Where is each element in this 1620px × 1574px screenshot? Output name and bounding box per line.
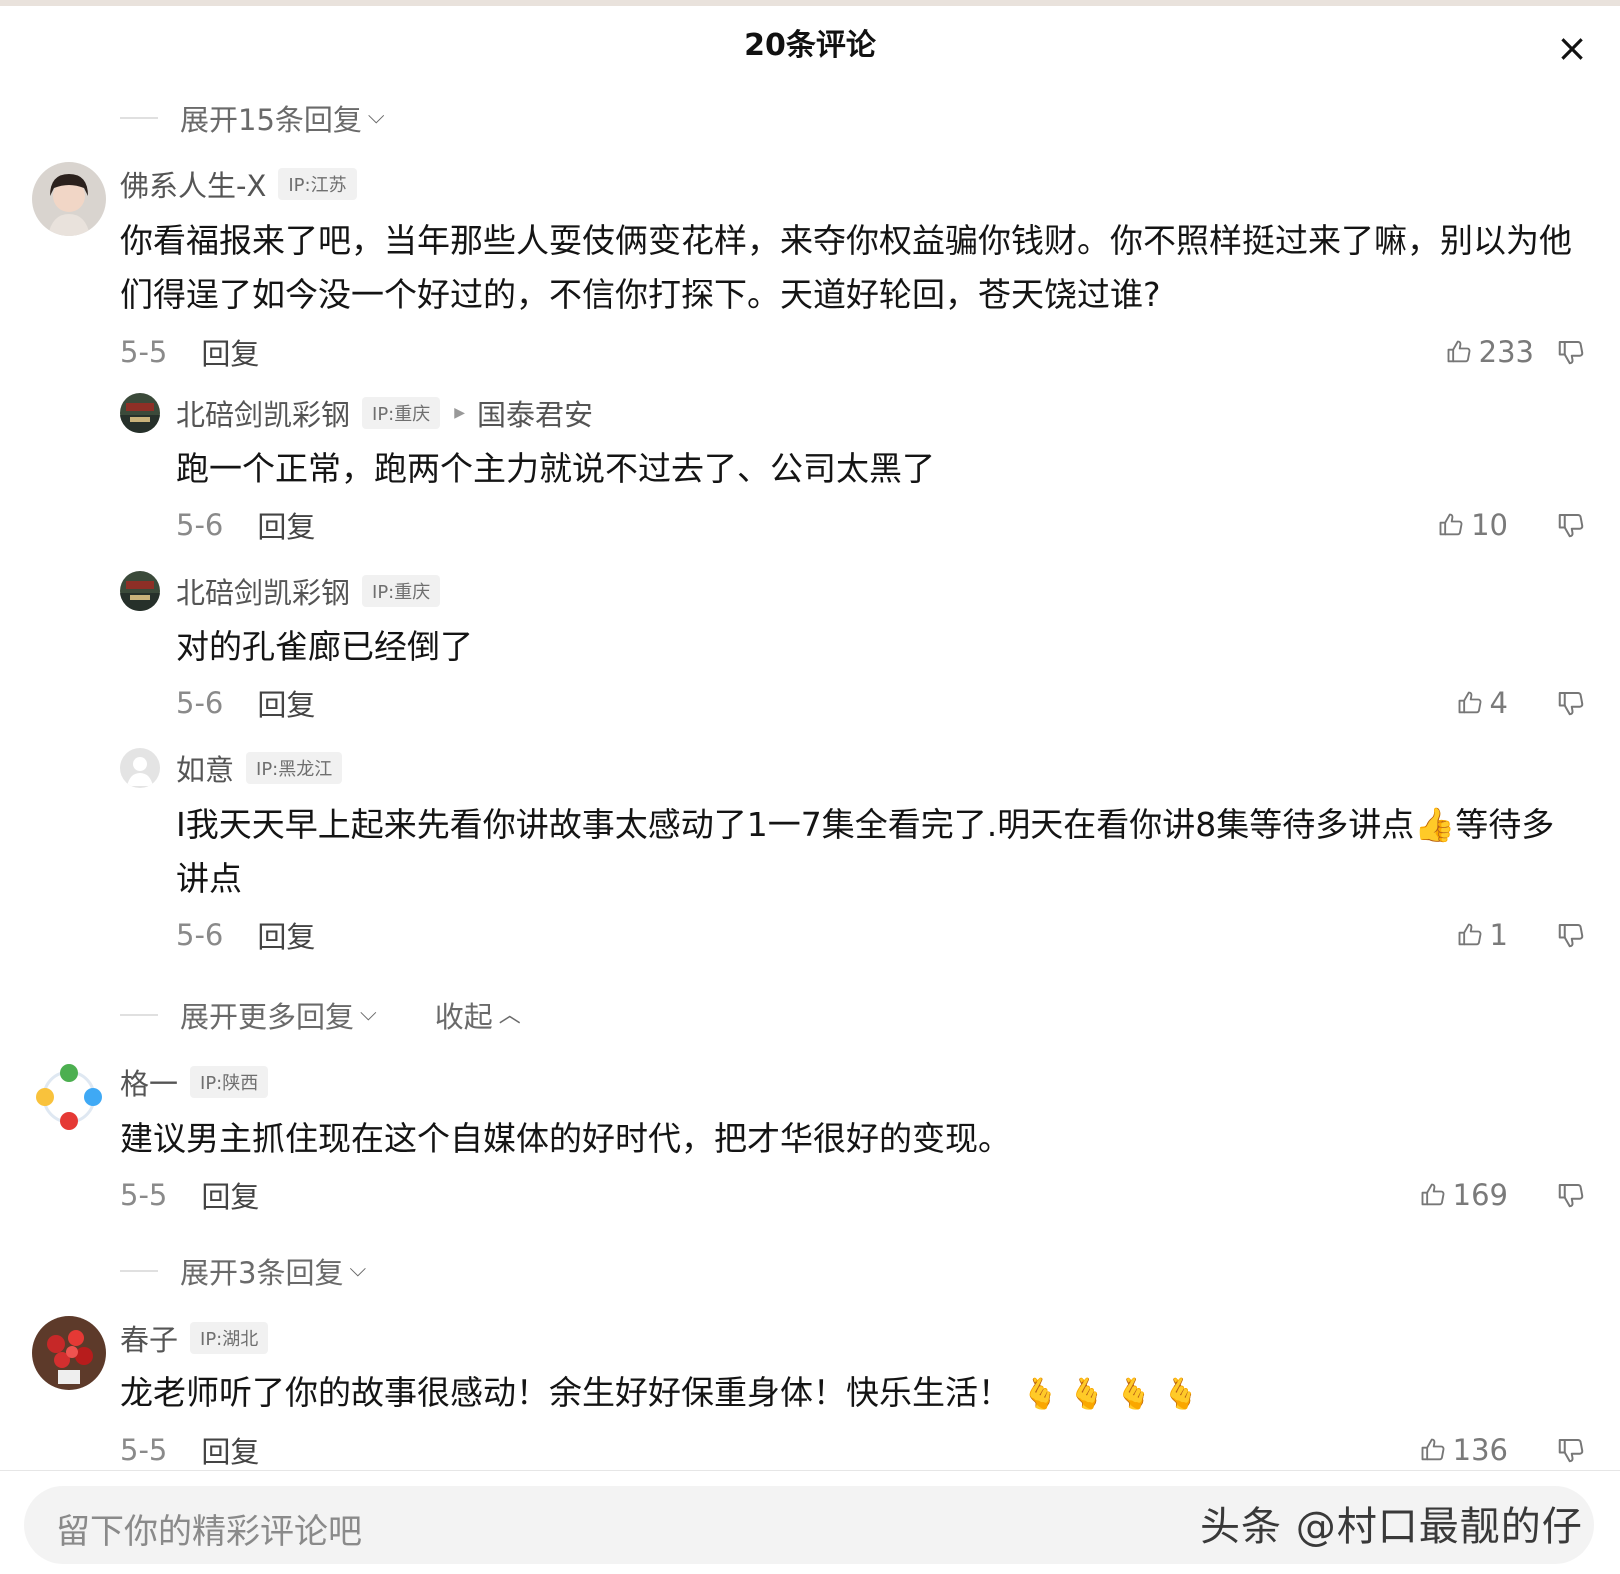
ip-location-badge: IP:重庆 (362, 397, 441, 429)
comment-text: 龙老师听了你的故事很感动！余生好好保重身体！快乐生活！ 🫰 🫰 🫰 🫰 (120, 1366, 1590, 1422)
comment-header: 佛系人生-X IP:江苏 (120, 164, 357, 204)
reply-header: 如意 IP:黑龙江 (176, 747, 343, 789)
comment-meta: 5-5 回复 (120, 1175, 259, 1215)
thumbs-up-icon (1447, 340, 1471, 363)
comment-date: 5-5 (120, 335, 168, 369)
thumbs-down-icon[interactable] (1556, 337, 1586, 367)
reply-button[interactable]: 回复 (257, 914, 315, 956)
chevron-down-icon: ⌵ (367, 103, 385, 129)
comment-header: 春子 IP:湖北 (120, 1317, 269, 1359)
reply-header: 北碚剑凯彩钢 IP:重庆 ▶ 国泰君安 (176, 393, 593, 433)
thumbs-up-icon (1458, 923, 1481, 946)
reply-button[interactable]: 回复 (201, 1429, 259, 1471)
reply-target-username[interactable]: 国泰君安 (477, 392, 593, 434)
expand-more-replies-link[interactable]: 展开更多回复 (180, 994, 354, 1036)
chevron-down-icon: ⌵ (360, 1000, 377, 1026)
thumbs-up-icon (1439, 513, 1463, 536)
username[interactable]: 格一 (120, 1061, 178, 1103)
like-button[interactable]: 169 (1419, 1175, 1508, 1215)
comment-input-placeholder: 留下你的精彩评论吧 (56, 1512, 362, 1552)
thumbs-up-icon (1421, 1438, 1445, 1461)
avatar[interactable] (32, 162, 106, 236)
comment-text: 你看福报来了吧，当年那些人耍伎俩变花样，来夺你权益骗你钱财。你不照样挺过来了嘛，… (120, 221, 1572, 314)
comment-text: 建议男主抓住现在这个自媒体的好时代，把才华很好的变现。 (120, 1119, 1011, 1158)
username[interactable]: 春子 (120, 1317, 178, 1359)
username[interactable]: 如意 (176, 747, 234, 789)
like-button[interactable]: 10 (1437, 505, 1508, 545)
thumbs-down-icon[interactable] (1556, 510, 1586, 540)
thumbs-up-icon (1458, 691, 1481, 714)
avatar[interactable] (120, 571, 160, 611)
reply-arrow-icon: ▶ (454, 405, 466, 421)
avatar[interactable] (32, 1060, 106, 1134)
like-button[interactable]: 233 (1445, 332, 1534, 372)
like-count: 169 (1452, 1178, 1508, 1212)
thumbs-down-icon[interactable] (1556, 1180, 1586, 1210)
avatar[interactable] (32, 1316, 106, 1390)
thumbs-down-icon[interactable] (1556, 688, 1586, 718)
reply-header: 北碚剑凯彩钢 IP:重庆 (176, 570, 441, 612)
like-button[interactable]: 4 (1456, 683, 1508, 723)
collapse-replies-link[interactable]: 收起 (435, 994, 493, 1036)
reply-meta: 5-6 回复 (176, 915, 315, 955)
reply-button[interactable]: 回复 (257, 682, 315, 724)
reply-date: 5-6 (176, 918, 224, 952)
chevron-up-icon: ︿ (498, 1003, 521, 1028)
reply-date: 5-6 (176, 686, 224, 720)
finger-heart-emojis: 🫰 🫰 🫰 🫰 (1021, 1377, 1200, 1412)
username[interactable]: 佛系人生-X (120, 163, 266, 205)
like-count: 233 (1478, 335, 1534, 369)
thumbs-down-icon[interactable] (1556, 1435, 1586, 1465)
expand-replies-link[interactable]: 展开3条回复 ⌵ (120, 1249, 366, 1293)
ip-location-badge: IP:重庆 (362, 575, 441, 607)
like-count: 4 (1489, 686, 1508, 720)
ip-location-badge: IP:陕西 (190, 1066, 269, 1098)
ip-location-badge: IP:江苏 (278, 168, 357, 200)
comment-header: 格一 IP:陕西 (120, 1061, 269, 1103)
ip-location-badge: IP:湖北 (190, 1322, 269, 1354)
reply-button[interactable]: 回复 (201, 1174, 259, 1216)
divider-dash (120, 1014, 158, 1016)
comment-meta: 5-5 回复 (120, 1430, 259, 1470)
reply-button[interactable]: 回复 (257, 504, 315, 546)
username[interactable]: 北碚剑凯彩钢 (176, 570, 350, 612)
thumbs-down-icon[interactable] (1556, 920, 1586, 950)
comment-meta: 5-5 回复 (120, 332, 259, 372)
reply-meta: 5-6 回复 (176, 683, 315, 723)
divider (0, 1470, 1620, 1471)
reply-text: 跑一个正常，跑两个主力就说不过去了、公司太黑了 (176, 449, 935, 488)
divider-dash (120, 117, 158, 119)
reply-meta: 5-6 回复 (176, 505, 315, 545)
expand-replies-link[interactable]: 展开15条回复 ⌵ (120, 96, 385, 140)
ip-location-badge: IP:黑龙江 (246, 752, 343, 784)
like-button[interactable]: 136 (1419, 1430, 1508, 1470)
avatar[interactable] (120, 393, 160, 433)
comments-count-title: 20条评论 (744, 28, 876, 63)
like-count: 10 (1471, 508, 1508, 542)
watermark: 头条 @村口最靓的仔 (1200, 1504, 1583, 1550)
username[interactable]: 北碚剑凯彩钢 (176, 392, 350, 434)
comment-date: 5-5 (120, 1433, 168, 1467)
chevron-down-icon: ⌵ (349, 1256, 367, 1282)
expand-replies-label: 展开15条回复 (180, 103, 362, 137)
close-icon[interactable]: × (1548, 24, 1596, 72)
divider-dash (120, 1270, 158, 1272)
like-count: 136 (1452, 1433, 1508, 1467)
like-count: 1 (1489, 918, 1508, 952)
comment-text-body: 龙老师听了你的故事很感动！余生好好保重身体！快乐生活！ (120, 1373, 1011, 1412)
reply-button[interactable]: 回复 (201, 331, 259, 373)
default-avatar[interactable] (120, 748, 160, 788)
expand-more-row: 展开更多回复 ⌵ 收起 ︿ (120, 993, 521, 1037)
reply-text: 对的孔雀廊已经倒了 (176, 627, 473, 666)
comment-date: 5-5 (120, 1178, 168, 1212)
expand-replies-label: 展开3条回复 (180, 1256, 344, 1290)
comments-header: 20条评论 × (0, 6, 1620, 80)
reply-date: 5-6 (176, 508, 224, 542)
like-button[interactable]: 1 (1456, 915, 1508, 955)
thumbs-up-icon (1421, 1183, 1445, 1206)
reply-text: I我天天早上起来先看你讲故事太感动了1一7集全看完了.明天在看你讲8集等待多讲点… (176, 805, 1555, 898)
